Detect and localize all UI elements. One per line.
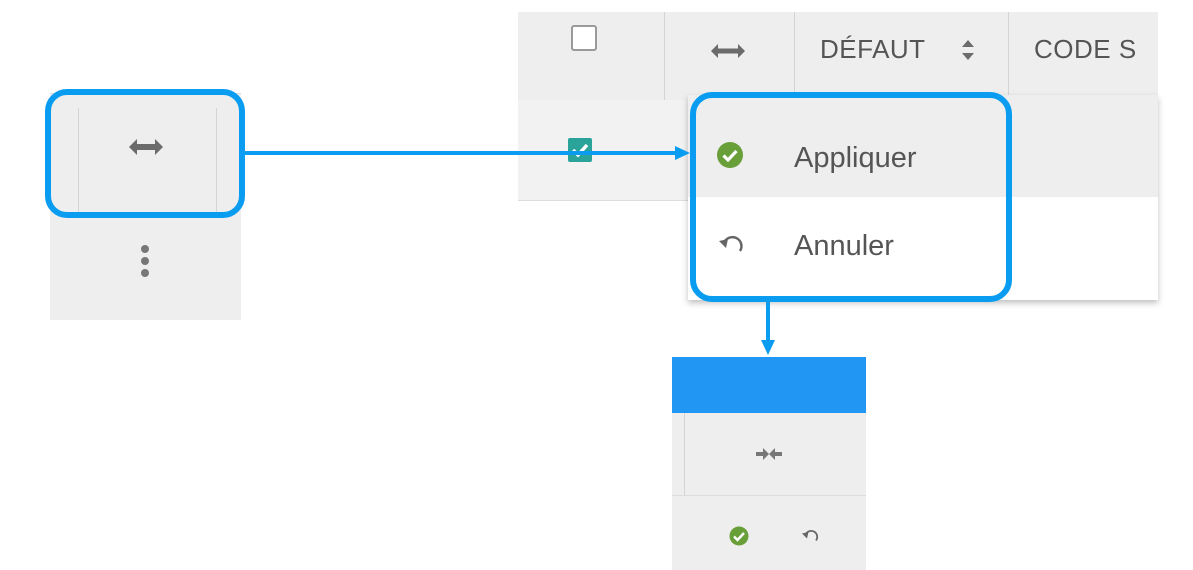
select-all-checkbox[interactable] bbox=[571, 25, 597, 51]
expand-arrows-icon[interactable] bbox=[710, 42, 746, 60]
collapse-arrows-icon[interactable] bbox=[755, 447, 783, 461]
row-actions-cell bbox=[50, 215, 241, 320]
grid-header: DÉFAUT CODE S bbox=[518, 12, 1158, 100]
sort-icon[interactable] bbox=[960, 37, 976, 63]
kebab-icon[interactable] bbox=[139, 245, 151, 285]
column-divider bbox=[1008, 12, 1009, 100]
arrowhead bbox=[761, 340, 775, 355]
undo-icon[interactable] bbox=[800, 527, 820, 547]
column-header-code[interactable]: CODE S bbox=[1034, 34, 1137, 65]
callout-highlight-expand bbox=[45, 89, 245, 218]
check-circle-icon[interactable] bbox=[729, 526, 749, 546]
checkmark-icon bbox=[571, 143, 589, 158]
grid-title-bar bbox=[672, 357, 866, 413]
column-divider bbox=[794, 12, 795, 100]
column-divider bbox=[664, 12, 665, 100]
column-header-default[interactable]: DÉFAUT bbox=[820, 34, 926, 65]
column-divider bbox=[684, 413, 685, 495]
column-header-expand bbox=[672, 413, 866, 495]
row-checkbox[interactable] bbox=[568, 138, 592, 162]
row-actions-cell bbox=[672, 495, 866, 570]
callout-highlight-menu bbox=[690, 92, 1012, 302]
